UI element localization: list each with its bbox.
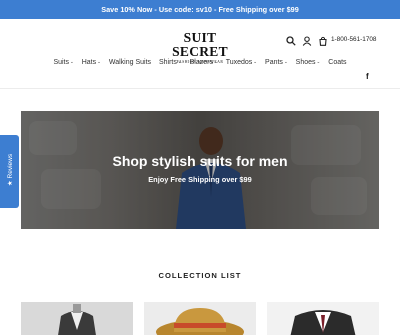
- reviews-tab[interactable]: ★ Reviews: [0, 135, 19, 208]
- search-icon[interactable]: [286, 36, 296, 46]
- suit-jacket-image: [267, 302, 379, 335]
- nav-label: Suits: [53, 59, 69, 66]
- announcement-bar: Save 10% Now - Use code: sv10 - Free Shi…: [0, 0, 400, 19]
- nav-label: Walking Suits: [108, 59, 152, 66]
- nav-label: Pants: [265, 59, 283, 66]
- nav-item-blazers[interactable]: Blazers⌄: [190, 59, 218, 66]
- chevron-down-icon: ⌄: [253, 59, 258, 64]
- nav-label: Tuxedos: [225, 59, 253, 66]
- nav-label: Coats: [328, 59, 347, 66]
- logo-name: SUIT SECRET: [172, 30, 228, 59]
- collection-card[interactable]: [21, 302, 133, 335]
- collection-card[interactable]: [144, 302, 256, 335]
- nav-label: Blazers: [189, 59, 213, 66]
- chevron-down-icon: ⌄: [177, 59, 182, 64]
- nav-item-walking-suits[interactable]: Walking Suits: [109, 59, 151, 66]
- main-nav: Suits⌄ Hats⌄ Walking Suits Shirts⌄ Blaze…: [0, 59, 400, 71]
- account-icon[interactable]: [302, 36, 312, 46]
- hero-banner[interactable]: Shop stylish suits for men Enjoy Free Sh…: [21, 111, 379, 229]
- collection-card[interactable]: [267, 302, 379, 335]
- nav-label: Shoes: [295, 59, 316, 66]
- facebook-icon[interactable]: f: [366, 72, 369, 81]
- chevron-down-icon: ⌄: [316, 59, 321, 64]
- nav-item-shirts[interactable]: Shirts⌄: [159, 59, 182, 66]
- chevron-down-icon: ⌄: [70, 59, 74, 64]
- reviews-label: ★ Reviews: [7, 153, 14, 187]
- collection-heading: COLLECTION LIST: [158, 271, 242, 280]
- nav-item-pants[interactable]: Pants⌄: [265, 59, 288, 66]
- hero-overlay: [21, 111, 379, 229]
- nav-item-coats[interactable]: Coats: [328, 59, 346, 66]
- chevron-down-icon: ⌄: [213, 59, 218, 64]
- nav-item-suits[interactable]: Suits⌄: [53, 59, 73, 66]
- hat-image: [144, 302, 256, 335]
- chevron-down-icon: ⌄: [97, 59, 101, 64]
- chevron-down-icon: ⌄: [283, 59, 288, 64]
- nav-label: Hats: [81, 59, 97, 66]
- nav-item-hats[interactable]: Hats⌄: [82, 59, 101, 66]
- hero-subtitle: Enjoy Free Shipping over $99: [148, 175, 252, 184]
- suit-mannequin-image: [21, 302, 133, 335]
- hero-title: Shop stylish suits for men: [112, 153, 288, 169]
- nav-item-shoes[interactable]: Shoes⌄: [296, 59, 321, 66]
- header-divider: [0, 88, 400, 89]
- phone-number[interactable]: 1-800-561-1708: [331, 35, 376, 45]
- nav-item-tuxedos[interactable]: Tuxedos⌄: [226, 59, 257, 66]
- site-header: SUIT SECRET FASHION MENSWEAR 1-800-561-1…: [0, 19, 400, 89]
- nav-label: Shirts: [158, 59, 177, 66]
- cart-icon[interactable]: [318, 36, 328, 46]
